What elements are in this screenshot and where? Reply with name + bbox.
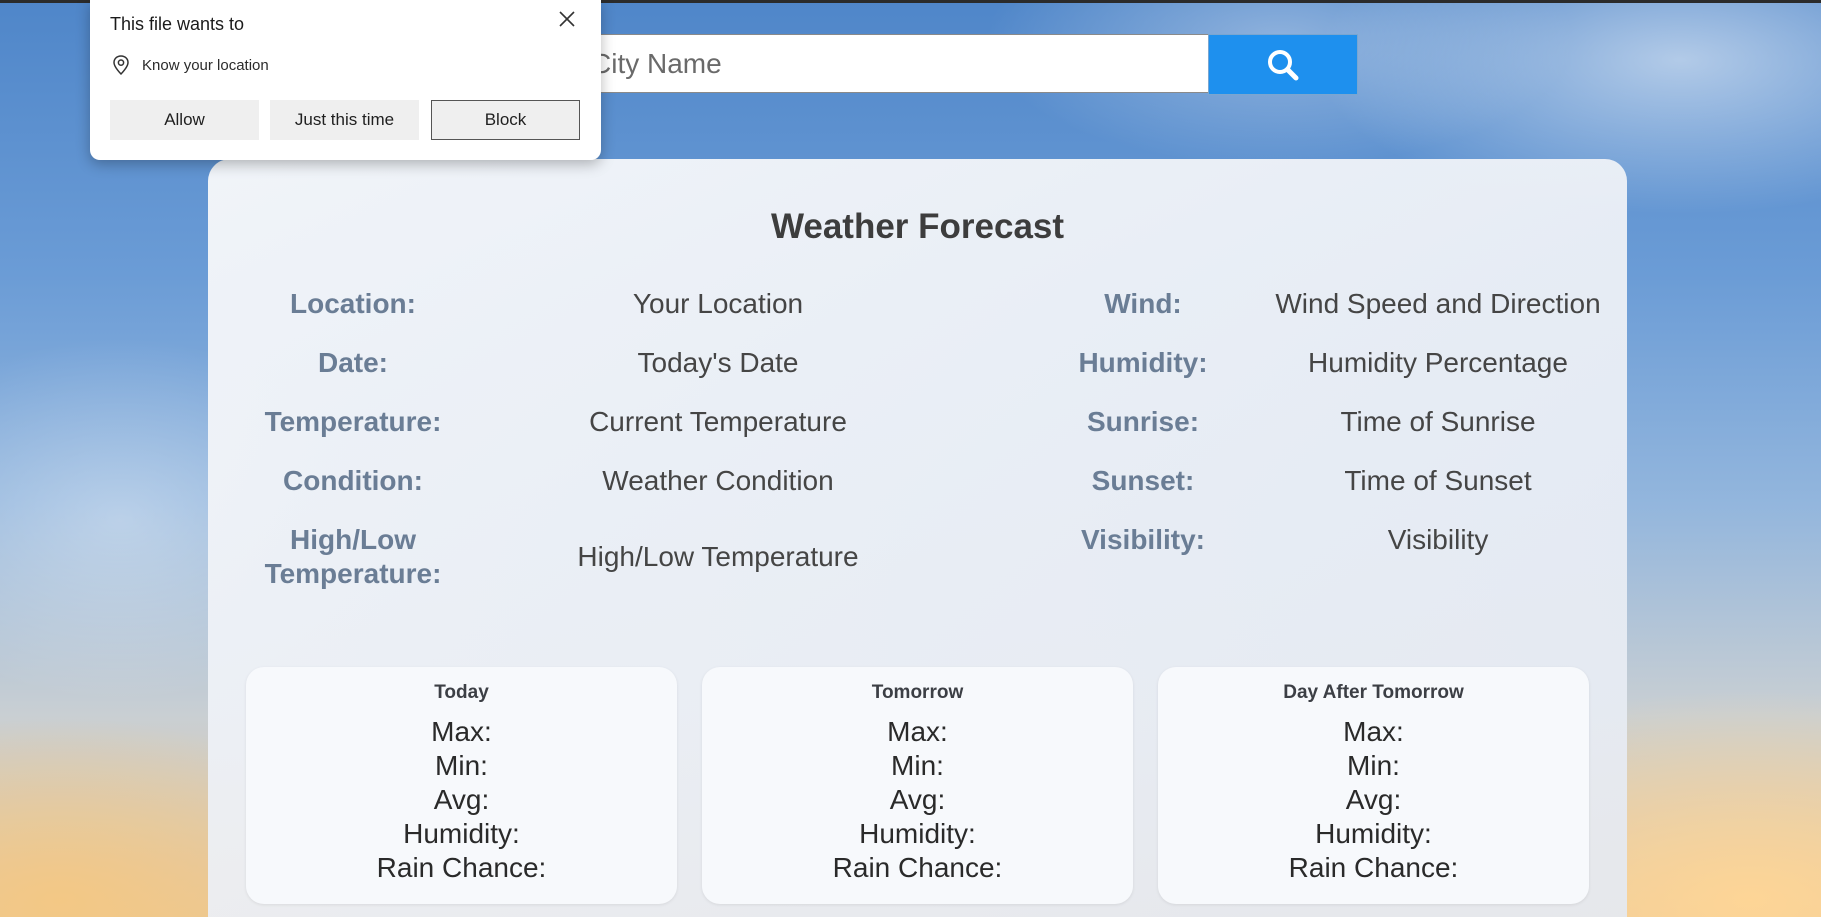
forecast-min: Min: [891,750,944,781]
sunrise-value: Time of Sunrise [1340,406,1536,437]
forecast-avg: Avg: [1345,784,1402,815]
visibility-label: Visibility: [1081,524,1205,555]
forecast-min: Min: [435,750,488,781]
forecast-rain-chance: Rain Chance: [1288,852,1459,883]
forecast-humidity: Humidity: [403,818,520,849]
forecast-card-day-after-tomorrow: Day After Tomorrow Max: Min: Avg: Humidi… [1158,667,1589,904]
weather-page: Weather Forecast Location: Your Location… [0,0,1821,917]
visibility-value: Visibility [1387,524,1489,555]
allow-button[interactable]: Allow [110,100,259,140]
temperature-label: Temperature: [264,406,442,437]
forecast-max: Max: [1343,716,1404,747]
forecast-card-tomorrow: Tomorrow Max: Min: Avg: Humidity: Rain C… [702,667,1133,904]
humidity-label: Humidity: [1078,347,1208,378]
search-bar [580,34,1358,95]
permission-text: Know your location [142,56,269,74]
city-search-input[interactable] [580,34,1208,93]
forecast-rain-chance: Rain Chance: [832,852,1003,883]
search-icon [1268,49,1299,80]
forecast-max: Max: [887,716,948,747]
weather-card: Weather Forecast Location: Your Location… [208,159,1627,917]
just-this-time-button[interactable]: Just this time [270,100,419,140]
forecast-title: Tomorrow [871,682,964,703]
close-icon[interactable] [555,7,579,31]
sunset-label: Sunset: [1091,465,1195,496]
forecast-avg: Avg: [433,784,490,815]
forecast-max: Max: [431,716,492,747]
humidity-value: Humidity Percentage [1308,347,1568,378]
forecast-title: Day After Tomorrow [1283,682,1464,703]
location-value: Your Location [632,288,804,319]
popup-title: This file wants to [110,14,245,34]
temperature-value: Current Temperature [589,406,847,437]
wind-value: Wind Speed and Direction [1275,288,1601,319]
forecast-humidity: Humidity: [1315,818,1432,849]
date-label: Date: [317,347,388,378]
location-permission-popup: This file wants to Know your location Al… [90,0,601,160]
forecast-card-today: Today Max: Min: Avg: Humidity: Rain Chan… [246,667,677,904]
permission-row: Know your location [110,54,269,76]
high-low-value: High/Low Temperature [577,541,859,572]
date-value: Today's Date [637,347,799,378]
search-button[interactable] [1208,34,1358,95]
forecast-humidity: Humidity: [859,818,976,849]
condition-value: Weather Condition [602,465,834,496]
sunset-value: Time of Sunset [1344,465,1532,496]
location-label: Location: [290,288,416,319]
wind-label: Wind: [1104,288,1182,319]
forecast-avg: Avg: [889,784,946,815]
location-pin-icon [113,55,129,76]
forecast-title: Today [434,682,489,703]
sunrise-label: Sunrise: [1086,406,1200,437]
condition-label: Condition: [283,465,423,496]
high-low-label: High/Low Temperature: [264,524,442,589]
forecast-rain-chance: Rain Chance: [376,852,547,883]
forecast-min: Min: [1347,750,1400,781]
block-button[interactable]: Block [431,100,580,140]
